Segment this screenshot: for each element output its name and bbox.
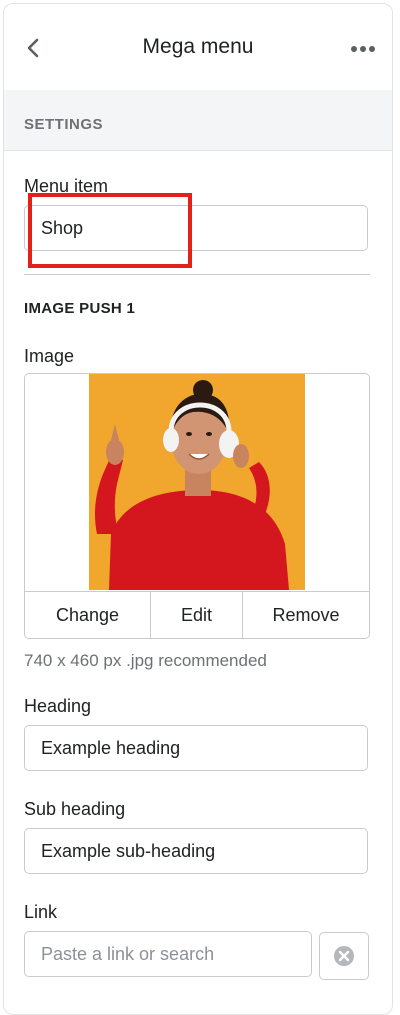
image-preview [89, 374, 305, 590]
heading-label: Heading [24, 696, 92, 716]
change-image-button[interactable]: Change [25, 592, 151, 638]
more-actions-button[interactable] [346, 34, 380, 64]
image-picker: Change Edit Remove [24, 373, 370, 639]
image-label: Image [24, 346, 75, 366]
menu-item-label: Menu item [24, 176, 109, 196]
image-help-text: 740 x 460 px .jpg recommended [24, 651, 267, 670]
subheading-label: Sub heading [24, 799, 126, 819]
remove-image-button[interactable]: Remove [243, 592, 369, 638]
link-input[interactable]: Paste a link or search [24, 931, 312, 977]
menu-item-input[interactable]: Shop [24, 205, 368, 251]
section-label: SETTINGS [24, 116, 104, 133]
image-push-heading: IMAGE PUSH 1 [24, 300, 136, 317]
top-bar: Mega menu [4, 4, 392, 91]
woman-with-headphones-photo [89, 374, 305, 590]
clear-circle-icon [334, 946, 354, 966]
heading-input[interactable]: Example heading [24, 725, 368, 771]
settings-panel: Mega menu SETTINGS Menu item Shop IMAGE … [3, 3, 393, 1015]
horizontal-dots-icon [351, 46, 375, 52]
clear-link-button[interactable] [319, 932, 369, 980]
page-title: Mega menu [142, 35, 254, 58]
image-actions: Change Edit Remove [25, 591, 369, 638]
divider [24, 274, 370, 275]
settings-section-header: SETTINGS [4, 90, 392, 151]
link-label: Link [24, 902, 58, 922]
subheading-input[interactable]: Example sub-heading [24, 828, 368, 874]
edit-image-button[interactable]: Edit [151, 592, 243, 638]
